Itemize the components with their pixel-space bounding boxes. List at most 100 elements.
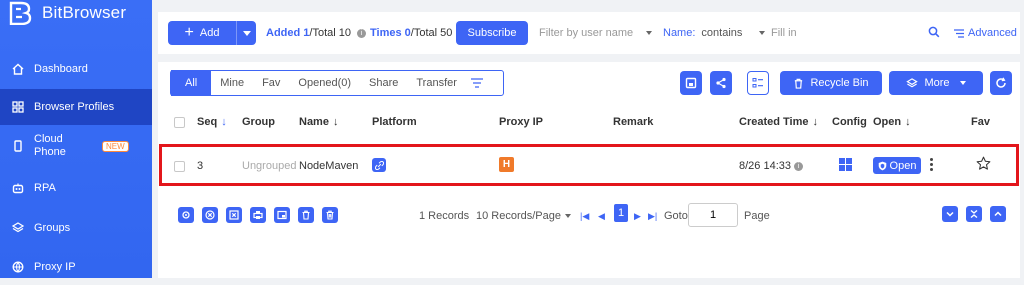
search-icon[interactable]: [928, 26, 940, 41]
name-filter-select[interactable]: Name: contains: [663, 27, 742, 39]
trash-bin-icon: [326, 210, 334, 220]
column-fav: Fav: [971, 116, 990, 128]
sidebar-item-label: Groups: [34, 222, 71, 234]
platform-link-icon[interactable]: [372, 158, 386, 172]
sort-arrow-icon: ↓: [221, 116, 227, 128]
tab-all[interactable]: All: [171, 70, 212, 96]
trash-icon: [795, 78, 803, 89]
share-button[interactable]: [710, 71, 732, 95]
sidebar-item-groups[interactable]: Groups: [0, 210, 152, 246]
column-config: Config: [832, 116, 867, 128]
info-icon[interactable]: i: [357, 28, 367, 38]
sidebar-item-rpa[interactable]: RPA: [0, 170, 152, 206]
column-name-label: Name: [299, 116, 329, 128]
open-browser-button[interactable]: Open: [873, 157, 921, 174]
row-created-time: 8/26 14:33 i: [739, 160, 803, 172]
page-1-button[interactable]: 1: [614, 204, 628, 222]
row-name[interactable]: NodeMaven: [299, 160, 358, 172]
recycle-bin-label: Recycle Bin: [810, 77, 869, 89]
next-page-icon[interactable]: ▶: [634, 211, 641, 222]
advanced-filter-button[interactable]: Advanced: [954, 27, 1017, 39]
goto-page-input[interactable]: [688, 203, 738, 227]
column-created-time[interactable]: Created Time ↓: [739, 116, 818, 128]
times-total: /Total 50: [410, 27, 453, 39]
subscribe-button[interactable]: Subscribe: [456, 21, 528, 45]
tab-transfer[interactable]: Transfer: [407, 70, 466, 96]
column-seq[interactable]: Seq ↓: [197, 116, 227, 128]
caret-down-icon: [959, 81, 966, 85]
previous-page-icon[interactable]: ◀: [598, 211, 605, 222]
chevron-down-icon: [946, 211, 954, 217]
layers-icon: [11, 222, 25, 234]
column-created-time-label: Created Time: [739, 116, 809, 128]
add-button[interactable]: + Add: [168, 21, 236, 45]
chevron-up-icon: [994, 211, 1002, 217]
column-proxy-ip-label: Proxy IP: [499, 116, 544, 128]
first-page-icon[interactable]: |◀: [580, 211, 589, 222]
column-open-label: Open: [873, 116, 902, 128]
app-logo[interactable]: BitBrowser: [8, 0, 126, 26]
name-filter-mode: contains: [701, 27, 743, 39]
refresh-icon: [996, 77, 1006, 88]
shield-icon: [878, 161, 886, 170]
sort-arrow-icon: ↓: [905, 116, 911, 128]
sidebar-item-dashboard[interactable]: Dashboard: [0, 51, 152, 87]
bulk-window-button[interactable]: [274, 207, 290, 223]
search-input[interactable]: Fill in: [771, 27, 797, 39]
add-button-group: + Add: [168, 21, 256, 45]
add-dropdown-button[interactable]: [236, 21, 256, 45]
sidebar-item-label: Cloud Phone: [34, 133, 66, 158]
trash-icon: [302, 210, 310, 220]
bulk-delete-button[interactable]: [298, 207, 314, 223]
tab-opened[interactable]: Opened(0): [289, 70, 360, 96]
row-checkbox[interactable]: [174, 161, 185, 172]
bulk-gear-button[interactable]: [178, 207, 194, 223]
bulk-delete-all-button[interactable]: [322, 207, 338, 223]
expand-down-button[interactable]: [942, 206, 958, 222]
filter-by-user-select[interactable]: Filter by user name: [539, 27, 633, 39]
grid-icon: [12, 101, 24, 113]
sidebar: BitBrowser Dashboard Browser Profiles Cl…: [0, 0, 152, 278]
sidebar-item-label: Proxy IP: [34, 261, 76, 273]
sidebar-item-browser-profiles[interactable]: Browser Profiles: [0, 89, 152, 125]
info-icon[interactable]: i: [794, 161, 803, 171]
tab-share[interactable]: Share: [360, 70, 407, 96]
star-icon[interactable]: [976, 156, 991, 174]
robot-icon: [12, 182, 24, 194]
sort-arrow-icon: ↓: [812, 116, 819, 128]
refresh-button[interactable]: [990, 71, 1012, 95]
times-stat: Times 0/Total 50: [370, 27, 452, 39]
column-platform: Platform: [372, 116, 417, 128]
tab-mine[interactable]: Mine: [211, 70, 253, 96]
last-page-icon[interactable]: ▶|: [648, 211, 657, 222]
sidebar-item-cloud-phone[interactable]: Cloud Phone NEW: [0, 128, 152, 164]
select-all-checkbox[interactable]: [174, 117, 185, 128]
bulk-close-square-button[interactable]: [226, 207, 242, 223]
bulk-close-button[interactable]: [202, 207, 218, 223]
caret-down-icon: [242, 30, 251, 36]
column-proxy-ip: Proxy IP: [499, 116, 543, 128]
proxy-type-badge[interactable]: H: [499, 157, 514, 172]
toolbar: + Add Added 1/Total 10 i Times 0/Total 5…: [158, 12, 1020, 54]
recycle-bin-button[interactable]: Recycle Bin: [780, 71, 882, 95]
column-open[interactable]: Open ↓: [873, 116, 911, 128]
column-name[interactable]: Name ↓: [299, 116, 338, 128]
collapse-expand-button[interactable]: [966, 206, 982, 222]
bulk-print-button[interactable]: [250, 207, 266, 223]
records-per-page-select[interactable]: 10 Records/Page: [476, 210, 561, 222]
sidebar-item-label: Browser Profiles: [34, 101, 115, 113]
sidebar-item-proxy-ip[interactable]: Proxy IP: [0, 249, 152, 285]
scroll-top-button[interactable]: [990, 206, 1006, 222]
window-icon: [277, 210, 287, 220]
export-button[interactable]: [680, 71, 702, 95]
bitbrowser-logo-icon: [9, 1, 32, 25]
row-more-menu-icon[interactable]: [930, 158, 933, 171]
sort-lines-icon[interactable]: [470, 78, 484, 88]
tab-fav[interactable]: Fav: [253, 70, 289, 96]
created-time-value: 8/26 14:33: [739, 160, 791, 172]
more-button[interactable]: More: [889, 71, 983, 95]
filter-lines-icon: [954, 28, 964, 38]
list-view-button[interactable]: [747, 71, 769, 95]
column-seq-label: Seq: [197, 116, 218, 128]
layers-icon: [906, 77, 919, 87]
